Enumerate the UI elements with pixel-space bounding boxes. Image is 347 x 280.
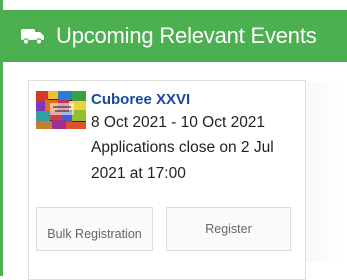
event-thumbnail-image xyxy=(36,91,86,129)
upcoming-events-widget: Upcoming Relevant Events Cuboree XXVI 8 … xyxy=(0,0,347,280)
adjacent-card-edge xyxy=(306,82,347,262)
applications-close-text: Applications close on 2 Jul 2021 at 17:0… xyxy=(91,139,274,182)
widget-body: Cuboree XXVI 8 Oct 2021 - 10 Oct 2021 Ap… xyxy=(3,62,347,280)
event-dates: 8 Oct 2021 - 10 Oct 2021 xyxy=(91,114,266,131)
register-button[interactable]: Register xyxy=(166,207,291,251)
bulk-registration-button[interactable]: Bulk Registration xyxy=(36,207,153,251)
truck-icon xyxy=(21,29,44,45)
widget-header: Upcoming Relevant Events xyxy=(0,10,347,62)
event-info: Cuboree XXVI 8 Oct 2021 - 10 Oct 2021 Ap… xyxy=(91,89,301,187)
event-title-link[interactable]: Cuboree XXVI xyxy=(91,89,301,111)
widget-title: Upcoming Relevant Events xyxy=(56,23,317,48)
event-thumbnail[interactable] xyxy=(36,91,86,129)
event-card: Cuboree XXVI 8 Oct 2021 - 10 Oct 2021 Ap… xyxy=(28,80,306,280)
